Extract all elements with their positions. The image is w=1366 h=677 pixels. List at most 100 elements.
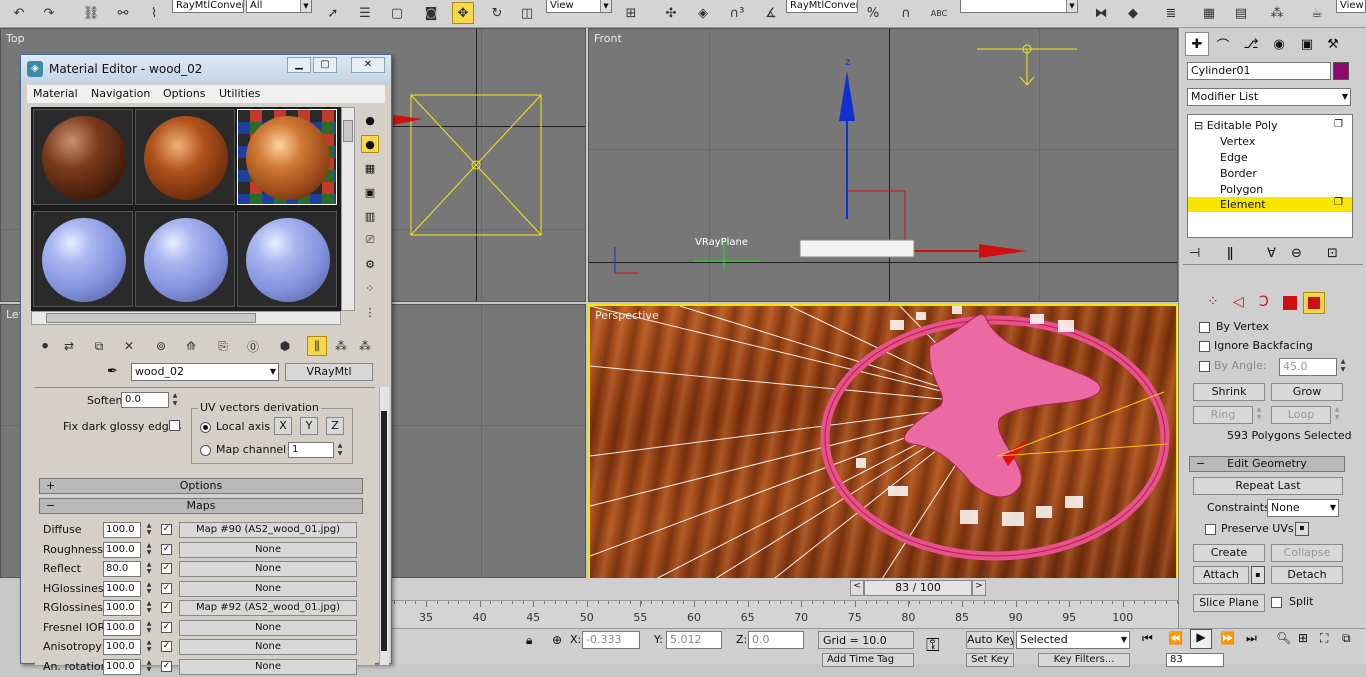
map-amount-spinner[interactable]: ▲ ▼	[145, 522, 153, 538]
selected-dropdown[interactable]: Selected ▼	[1016, 631, 1130, 649]
stack-item-edge[interactable]: Edge	[1220, 151, 1248, 164]
map-enable-checkbox[interactable]: ✓	[161, 602, 172, 613]
map-enable-checkbox[interactable]: ✓	[161, 621, 172, 633]
show-end-result-icon[interactable]: ⬢	[275, 336, 295, 356]
preserve-uvs-settings-icon[interactable]: ▪	[1295, 522, 1309, 536]
get-material-icon[interactable]: ⚫	[35, 336, 55, 356]
select-by-name-icon[interactable]: ☰	[354, 2, 376, 24]
by-angle-field[interactable]: 45.0	[1279, 358, 1337, 376]
fix-dark-glossy-checkbox[interactable]	[169, 420, 180, 431]
soften-spinner[interactable]: ▲ ▼	[171, 392, 179, 410]
rectangular-region-icon[interactable]: ▢	[386, 2, 408, 24]
stack-item-border[interactable]: Border	[1220, 167, 1257, 180]
background-checker-icon[interactable]: ▦	[361, 159, 379, 177]
sample-uv-tiling-icon[interactable]: ▣	[361, 183, 379, 201]
map-channel-field[interactable]: 1	[288, 442, 334, 458]
abc-icon[interactable]: ABC	[928, 2, 950, 24]
map-amount-spinner[interactable]: ▲ ▼	[145, 620, 153, 636]
modify-tab-icon[interactable]: ⌒	[1211, 32, 1235, 56]
ring-spinner[interactable]: ▲ ▼	[1255, 406, 1263, 424]
select-link-icon[interactable]: ⛓	[80, 2, 102, 24]
map-amount-field[interactable]: 100.0	[103, 600, 141, 616]
x-coordinate-field[interactable]: -0.333	[582, 631, 640, 649]
bind-spacewarp-icon[interactable]: ⌇	[143, 2, 165, 24]
vertex-level-icon[interactable]: ⁘	[1207, 294, 1219, 310]
scrollbar-thumb[interactable]	[343, 120, 353, 142]
sample-type-icon[interactable]: ●	[361, 111, 379, 129]
loop-spinner[interactable]: ▲ ▼	[1333, 406, 1341, 424]
make-unique-icon[interactable]: ⊚	[151, 336, 171, 356]
map-amount-spinner[interactable]: ▲ ▼	[145, 600, 153, 616]
map-enable-checkbox[interactable]: ✓	[161, 524, 172, 535]
border-level-icon[interactable]: Ↄ	[1259, 294, 1269, 310]
material-map-navigator-icon[interactable]: ⋮	[361, 303, 379, 321]
polygon-level-icon[interactable]	[1283, 296, 1297, 310]
attach-button[interactable]: Attach	[1193, 566, 1249, 584]
unlink-icon[interactable]: ⚯	[112, 2, 134, 24]
ignore-backfacing-checkbox[interactable]	[1199, 341, 1210, 352]
viewport-front[interactable]: Front z VRayPlane	[588, 28, 1178, 302]
create-tab-icon[interactable]: ✚	[1185, 32, 1209, 56]
sample-slot-6[interactable]	[237, 211, 337, 307]
object-color-swatch[interactable]	[1333, 62, 1349, 80]
assign-material-icon[interactable]: ⧉	[89, 336, 109, 356]
constraints-dropdown[interactable]: None ▼	[1267, 499, 1339, 517]
options-rollout[interactable]: + Options	[39, 478, 363, 494]
auto-key-button[interactable]: Auto Key	[966, 631, 1014, 649]
map-slot-button[interactable]: None	[179, 619, 357, 636]
sample-slot-1[interactable]	[33, 109, 133, 205]
stack-item-polygon[interactable]: Polygon	[1220, 183, 1263, 196]
material-editor-icon[interactable]: ⁂	[1266, 2, 1288, 24]
mirror-icon[interactable]: ⧓	[1090, 2, 1112, 24]
z-coordinate-field[interactable]: 0.0	[748, 631, 804, 649]
slice-plane-button[interactable]: Slice Plane	[1193, 594, 1265, 612]
make-preview-icon[interactable]: ⎚	[361, 231, 379, 249]
redo-icon[interactable]: ↷	[38, 2, 60, 24]
set-key-button[interactable]: Set Key	[966, 653, 1014, 667]
by-angle-spinner[interactable]: ▲ ▼	[1339, 358, 1347, 376]
next-frame-icon[interactable]: >	[972, 580, 986, 596]
sample-slot-5[interactable]	[135, 211, 235, 307]
map-channel-radio[interactable]	[200, 445, 211, 456]
time-slider-thumb[interactable]: 83 / 100	[864, 580, 972, 596]
modifier-list-dropdown[interactable]: Modifier List ▼	[1187, 88, 1351, 106]
spinner-snap-icon[interactable]: ∩	[895, 2, 917, 24]
repeat-last-button[interactable]: Repeat Last	[1193, 477, 1343, 495]
pivot-center-icon[interactable]: ⊞	[620, 2, 642, 24]
set-key-mode-icon[interactable]: ⚿	[926, 635, 940, 656]
go-to-end-icon[interactable]: ⏭	[1246, 631, 1257, 646]
select-by-material-icon[interactable]: ⁘	[361, 279, 379, 297]
pin-stack-icon[interactable]: ⊣	[1189, 246, 1200, 261]
zoom-extents-icon[interactable]: ⛶	[1320, 631, 1328, 646]
undo-icon[interactable]: ↶	[8, 2, 30, 24]
map-amount-field[interactable]: 80.0	[103, 561, 141, 577]
hierarchy-tab-icon[interactable]: ⎇	[1239, 32, 1263, 56]
stack-item-element[interactable]: Element ❐	[1188, 197, 1352, 212]
map-slot-button[interactable]: None	[179, 639, 357, 655]
menu-utilities[interactable]: Utilities	[219, 87, 260, 100]
remove-modifier-icon[interactable]: ⊖	[1291, 246, 1302, 261]
preserve-uvs-checkbox[interactable]	[1205, 524, 1216, 535]
map-amount-field[interactable]: 100.0	[103, 522, 141, 538]
ring-button[interactable]: Ring	[1193, 406, 1253, 424]
map-enable-checkbox[interactable]: ✓	[161, 582, 172, 594]
render-view-dropdown[interactable]: View	[1336, 0, 1366, 13]
sample-slot-3[interactable]	[237, 109, 337, 205]
map-slot-button[interactable]: None	[179, 561, 357, 577]
selected-polygons-mesh[interactable]	[590, 306, 1178, 580]
map-slot-button[interactable]: Map #92 (AS2_wood_01.jpg)	[179, 600, 357, 616]
previous-key-icon[interactable]: ⏪	[1168, 631, 1183, 645]
track-bar[interactable]: 35 40 45 50 55 60 65 70 75 80 85 90 95 100	[392, 600, 1178, 628]
select-rotate-icon[interactable]: ↻	[486, 2, 508, 24]
create-button[interactable]: Create	[1193, 544, 1265, 562]
material-type-button[interactable]: VRayMtl	[285, 363, 373, 381]
zoom-extents-all-icon[interactable]: ⧉	[1342, 631, 1351, 646]
play-icon[interactable]: ▶	[1190, 629, 1212, 649]
reference-coordinate-dropdown[interactable]: View ▼	[546, 0, 612, 13]
show-map-in-viewport-icon[interactable]: ⓪	[243, 336, 263, 356]
collapse-button[interactable]: Collapse	[1271, 544, 1343, 562]
material-id-channel-icon[interactable]: ⎘	[213, 336, 233, 356]
y-coordinate-field[interactable]: 5.012	[666, 631, 722, 649]
reset-map-icon[interactable]: ✕	[119, 336, 139, 356]
map-amount-spinner[interactable]: ▲ ▼	[145, 561, 153, 577]
